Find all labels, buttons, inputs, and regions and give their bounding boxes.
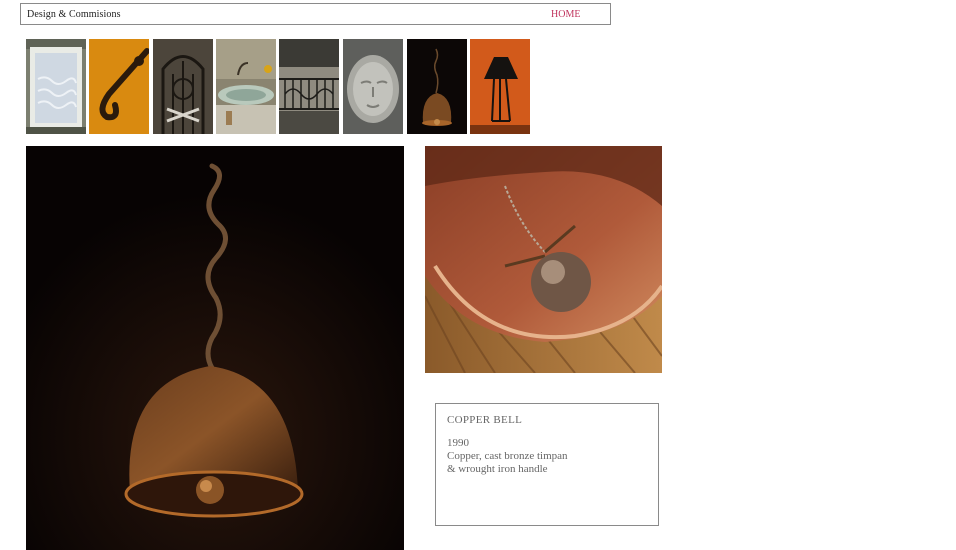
site-title: Design & Commisions bbox=[27, 9, 121, 20]
site-header: Design & Commisions HOME bbox=[20, 3, 611, 25]
thumbnail-wrought-iron-handle[interactable] bbox=[89, 39, 149, 134]
thumbnail-window[interactable] bbox=[26, 39, 86, 134]
caption-body: 1990 Copper, cast bronze timpan & wrough… bbox=[447, 437, 568, 476]
thumbnail-sink-basin[interactable] bbox=[216, 39, 276, 134]
home-link[interactable]: HOME bbox=[551, 9, 580, 20]
thumbnail-table-lamp[interactable] bbox=[470, 39, 530, 134]
caption-title: COPPER BELL bbox=[447, 414, 523, 426]
detail-photo-copper-bell bbox=[425, 146, 662, 373]
thumbnail-balcony-railing[interactable] bbox=[279, 39, 339, 134]
thumbnail-stone-face[interactable] bbox=[343, 39, 403, 134]
thumbnail-iron-gate[interactable] bbox=[153, 39, 213, 134]
caption-material-line-1: Copper, cast bronze timpan bbox=[447, 450, 568, 462]
caption-year: 1990 bbox=[447, 437, 469, 449]
main-photo-copper-bell bbox=[26, 146, 404, 550]
thumbnail-copper-bell[interactable] bbox=[407, 39, 467, 134]
caption-box: COPPER BELL 1990 Copper, cast bronze tim… bbox=[435, 403, 659, 526]
caption-material-line-2: & wrought iron handle bbox=[447, 463, 548, 475]
